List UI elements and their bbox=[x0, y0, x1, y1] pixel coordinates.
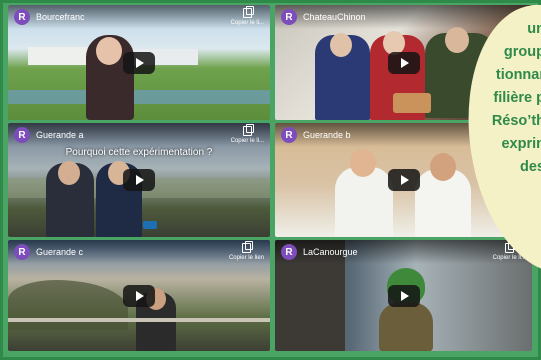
tile-header: R LaCanourgue Copier le li... bbox=[275, 240, 532, 264]
face-shape bbox=[445, 27, 469, 53]
bubble-line: group bbox=[503, 44, 541, 60]
channel-avatar[interactable]: R bbox=[281, 9, 297, 25]
bubble-line: filière p bbox=[493, 90, 541, 106]
water-shape bbox=[8, 90, 270, 104]
box-shape bbox=[393, 93, 431, 113]
play-button[interactable] bbox=[123, 169, 155, 191]
face-shape bbox=[350, 149, 376, 177]
channel-avatar[interactable]: R bbox=[14, 127, 30, 143]
video-grid: R Bourcefranc Copier le li... R ChateauC… bbox=[8, 5, 532, 351]
bubble-line: un bbox=[527, 21, 541, 37]
copy-link-label: Copier le lien bbox=[228, 255, 264, 261]
video-tile-guerande-a[interactable]: R Guerande a Copier le li... Pourquoi ce… bbox=[8, 123, 270, 237]
face-shape bbox=[58, 161, 80, 185]
video-title[interactable]: ChateauChinon bbox=[303, 12, 366, 22]
play-button[interactable] bbox=[387, 51, 420, 74]
tile-header: R Guerande c Copier le lien bbox=[8, 240, 270, 264]
face-shape bbox=[430, 153, 456, 181]
video-title[interactable]: LaCanourgue bbox=[303, 247, 358, 257]
copy-icon bbox=[242, 6, 254, 18]
video-title[interactable]: Guerande c bbox=[36, 247, 83, 257]
channel-avatar[interactable]: R bbox=[14, 9, 30, 25]
building-shape bbox=[28, 47, 88, 65]
face-shape bbox=[330, 33, 352, 57]
channel-avatar[interactable]: R bbox=[281, 244, 297, 260]
bubble-line: des bbox=[520, 159, 541, 175]
copy-link-button[interactable]: Copier le li... bbox=[230, 6, 264, 26]
play-button[interactable] bbox=[387, 169, 420, 191]
speech-bubble-text: un group tionnar filière p Réso’th expri… bbox=[470, 18, 541, 179]
tile-header: R Bourcefranc Copier le li... bbox=[8, 5, 270, 29]
video-caption: Pourquoi cette expérimentation ? bbox=[65, 147, 213, 158]
bubble-line: tionnar bbox=[495, 67, 541, 83]
video-title[interactable]: Bourcefranc bbox=[36, 12, 85, 22]
face-shape bbox=[96, 37, 122, 65]
video-tile-guerande-c[interactable]: R Guerande c Copier le lien bbox=[8, 240, 270, 351]
fence-shape bbox=[8, 318, 270, 322]
copy-link-label: Copier le li... bbox=[230, 138, 264, 144]
person-shape bbox=[335, 167, 393, 237]
play-button[interactable] bbox=[123, 284, 155, 307]
copy-icon bbox=[242, 124, 254, 136]
bubble-line: Réso’th bbox=[491, 113, 541, 129]
copy-link-button[interactable]: Copier le li... bbox=[230, 124, 264, 144]
phone-shape bbox=[143, 221, 157, 229]
copy-link-label: Copier le li... bbox=[230, 20, 264, 26]
video-title[interactable]: Guerande a bbox=[36, 130, 84, 140]
play-button[interactable] bbox=[123, 51, 155, 74]
bottle-shape bbox=[379, 302, 433, 351]
video-tile-lacanourgue[interactable]: R LaCanourgue Copier le li... bbox=[275, 240, 532, 351]
channel-avatar[interactable]: R bbox=[281, 127, 297, 143]
video-title[interactable]: Guerande b bbox=[303, 130, 351, 140]
tile-header: R Guerande a Copier le li... bbox=[8, 123, 270, 147]
bubble-line: exprin bbox=[501, 136, 541, 152]
channel-avatar[interactable]: R bbox=[14, 244, 30, 260]
copy-icon bbox=[241, 241, 253, 253]
copy-link-button[interactable]: Copier le lien bbox=[228, 241, 264, 261]
play-button[interactable] bbox=[387, 284, 420, 307]
tree-shape bbox=[8, 280, 128, 330]
video-tile-bourcefranc[interactable]: R Bourcefranc Copier le li... bbox=[8, 5, 270, 120]
